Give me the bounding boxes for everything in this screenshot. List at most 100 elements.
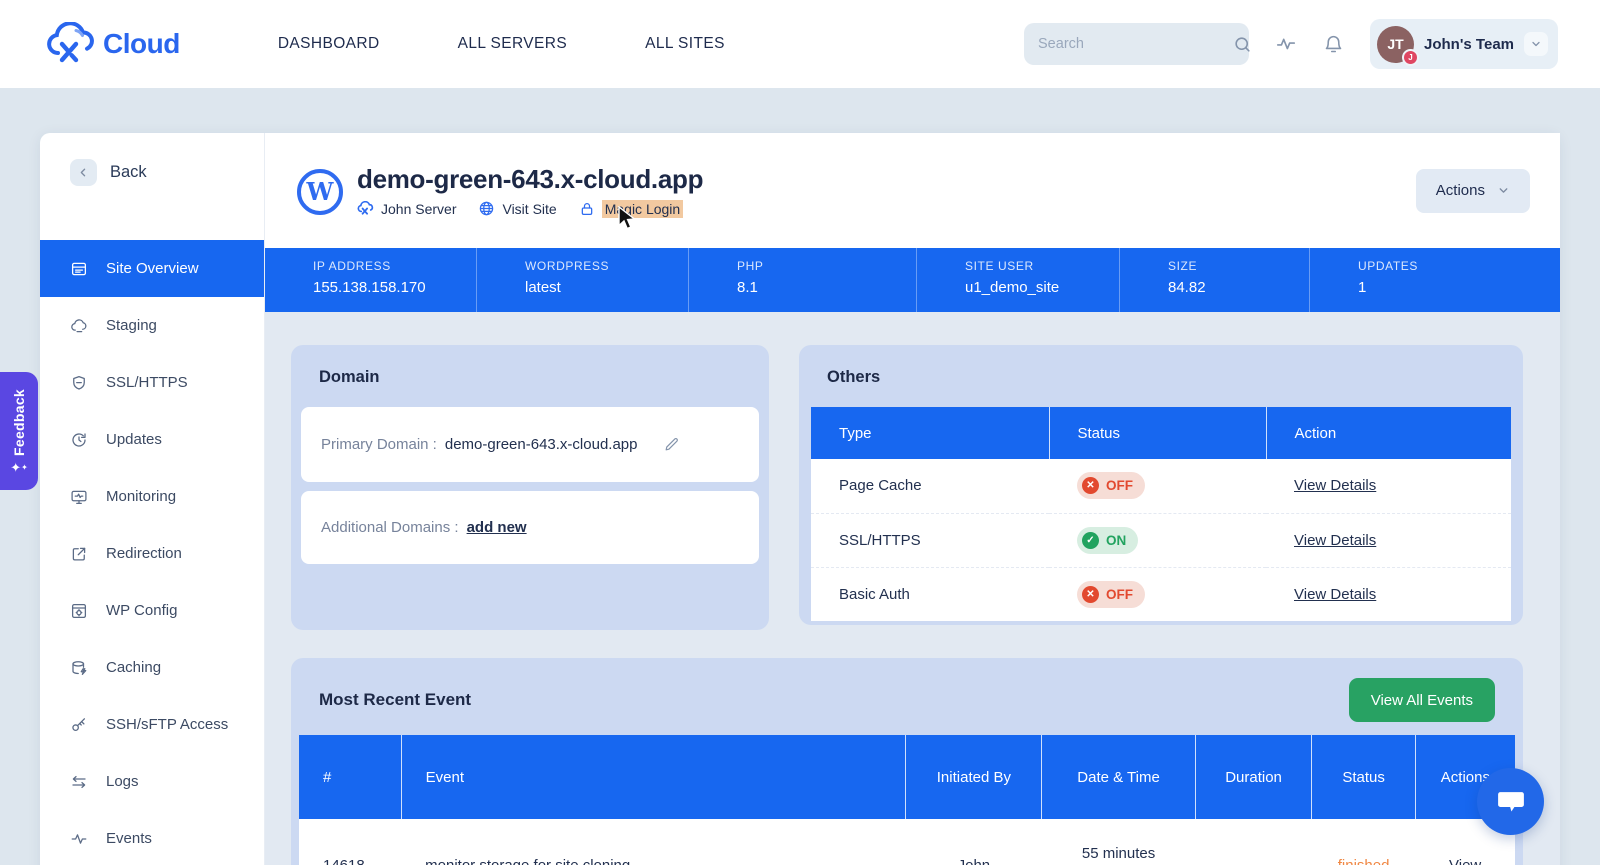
others-card: Others Type Status Action Page Cache ✕ O… — [799, 345, 1523, 625]
sidebar-item-monitoring[interactable]: Monitoring — [40, 468, 264, 525]
events-header-row: # Event Initiated By Date & Time Duratio… — [299, 735, 1515, 819]
site-info-bar: IP ADDRESS 155.138.158.170 WORDPRESS lat… — [265, 248, 1560, 312]
wp-letter: W — [306, 177, 334, 206]
visit-site-link[interactable]: Visit Site — [478, 200, 557, 217]
site-header-text: demo-green-643.x-cloud.app John Server V… — [357, 164, 703, 218]
nav-dashboard[interactable]: DASHBOARD — [278, 35, 380, 53]
sidebar-item-label: Caching — [106, 659, 162, 676]
feedback-tab[interactable]: Feedback ✦✦ — [0, 372, 38, 490]
sidebar-item-ssl-https[interactable]: SSL/HTTPS — [40, 354, 264, 411]
event-description: monitor storage for site cloning — [401, 819, 906, 865]
key-icon — [72, 717, 86, 731]
search-input[interactable] — [1038, 36, 1226, 52]
sidebar-item-label: Logs — [106, 773, 139, 790]
info-site-user: SITE USER u1_demo_site — [916, 248, 1119, 312]
sidebar-item-staging[interactable]: Staging — [40, 297, 264, 354]
sidebar-item-site-overview[interactable]: Site Overview — [40, 240, 264, 297]
logo-text: Cloud — [103, 28, 180, 59]
event-view-link[interactable]: View — [1449, 857, 1481, 865]
wp-config-icon — [71, 603, 87, 618]
back-button[interactable]: Back — [70, 159, 264, 186]
additional-domains-row: Additional Domains : add new — [301, 491, 759, 564]
chevron-down-icon[interactable] — [1524, 32, 1548, 56]
event-date-time: 55 minutes ago — [1081, 845, 1156, 863]
xcloud-mini-icon — [357, 201, 374, 215]
sidebar-item-logs[interactable]: Logs — [40, 753, 264, 810]
others-header-row: Type Status Action — [811, 407, 1511, 459]
sidebar-item-events[interactable]: Events — [40, 810, 264, 865]
view-details-link[interactable]: View Details — [1294, 586, 1376, 603]
magic-login-label: Magic Login — [601, 199, 684, 218]
header-right: JT J John's Team — [1024, 19, 1558, 69]
search-icon[interactable] — [1233, 35, 1252, 54]
caching-icon — [72, 660, 87, 675]
status-badge-off: ✕ OFF — [1077, 472, 1145, 500]
sidebar-item-redirection[interactable]: Redirection — [40, 525, 264, 582]
edit-pencil-icon[interactable] — [663, 436, 680, 453]
info-value: latest — [525, 279, 561, 296]
add-new-domain-link[interactable]: add new — [467, 519, 527, 536]
col-status: Status — [1048, 407, 1266, 459]
nav-all-servers[interactable]: ALL SERVERS — [458, 35, 568, 53]
info-value: 8.1 — [737, 279, 758, 296]
notifications-bell-icon[interactable] — [1323, 34, 1344, 55]
xcloud-logo[interactable]: Cloud — [45, 22, 180, 66]
chat-widget-button[interactable] — [1477, 768, 1544, 835]
info-value: 84.82 — [1168, 279, 1206, 296]
event-initiated-by: John — [905, 819, 1042, 865]
main-column: W demo-green-643.x-cloud.app John Server… — [264, 133, 1560, 865]
site-title: demo-green-643.x-cloud.app — [357, 163, 704, 194]
primary-domain-row: Primary Domain : demo-green-643.x-cloud.… — [301, 407, 759, 482]
actions-label: Actions — [1435, 182, 1485, 199]
status-text: OFF — [1106, 478, 1133, 494]
back-label: Back — [110, 163, 147, 181]
table-row-event: 14618 monitor storage for site cloning J… — [299, 819, 1515, 865]
top-header: Cloud DASHBOARD ALL SERVERS ALL SITES JT… — [0, 0, 1600, 88]
sidebar-item-caching[interactable]: Caching — [40, 639, 264, 696]
info-php: PHP 8.1 — [688, 248, 916, 312]
actions-button[interactable]: Actions — [1415, 168, 1530, 213]
col-initiated-by: Initiated By — [905, 735, 1042, 819]
view-details-link[interactable]: View Details — [1294, 532, 1376, 549]
event-id: 14618 — [299, 819, 402, 865]
sidebar-item-ssh-sftp[interactable]: SSH/sFTP Access — [40, 696, 264, 753]
wordpress-icon: W — [297, 168, 343, 215]
search-box[interactable] — [1024, 23, 1252, 65]
sparkles-icon: ✦✦ — [10, 460, 28, 475]
sidebar-item-label: Updates — [106, 431, 162, 448]
activity-icon[interactable] — [1275, 33, 1297, 55]
info-label: SIZE — [1168, 259, 1198, 273]
row-type: SSL/HTTPS — [811, 512, 1049, 567]
status-badge-on: ✓ ON — [1077, 526, 1139, 554]
team-menu[interactable]: JT J John's Team — [1370, 19, 1558, 69]
view-all-events-button[interactable]: View All Events — [1348, 678, 1495, 722]
info-label: UPDATES — [1358, 259, 1418, 273]
view-details-link[interactable]: View Details — [1294, 477, 1376, 494]
events-card-header: Most Recent Event View All Events — [299, 674, 1515, 726]
sidebar-item-label: Redirection — [106, 545, 182, 562]
sidebar-item-wp-config[interactable]: WP Config — [40, 582, 264, 639]
events-table: # Event Initiated By Date & Time Duratio… — [299, 735, 1515, 865]
shield-icon — [73, 375, 85, 390]
others-table: Type Status Action Page Cache ✕ OFF View … — [811, 407, 1511, 621]
sidebar-item-label: Staging — [106, 317, 157, 334]
feedback-label: Feedback — [11, 389, 27, 456]
visit-site-label: Visit Site — [502, 200, 557, 217]
events-card-title: Most Recent Event — [319, 690, 472, 709]
col-action: Action — [1265, 407, 1511, 459]
event-duration: – — [1195, 819, 1312, 865]
magic-login-link[interactable]: Magic Login — [579, 199, 684, 218]
others-card-title: Others — [827, 368, 881, 386]
site-header: W demo-green-643.x-cloud.app John Server… — [265, 133, 1560, 248]
server-link[interactable]: John Server — [357, 201, 456, 217]
avatar-initials: JT — [1387, 36, 1404, 52]
nav-all-sites[interactable]: ALL SITES — [645, 35, 725, 53]
status-badge-off: ✕ OFF — [1077, 580, 1145, 608]
primary-domain-label: Primary Domain : — [321, 436, 437, 453]
chevron-left-icon — [70, 159, 97, 186]
additional-domains-label: Additional Domains : — [321, 519, 459, 536]
refresh-icon — [72, 432, 86, 447]
sidebar-item-updates[interactable]: Updates — [40, 411, 264, 468]
primary-domain-value: demo-green-643.x-cloud.app — [444, 436, 638, 453]
sidebar-item-label: WP Config — [106, 602, 178, 619]
